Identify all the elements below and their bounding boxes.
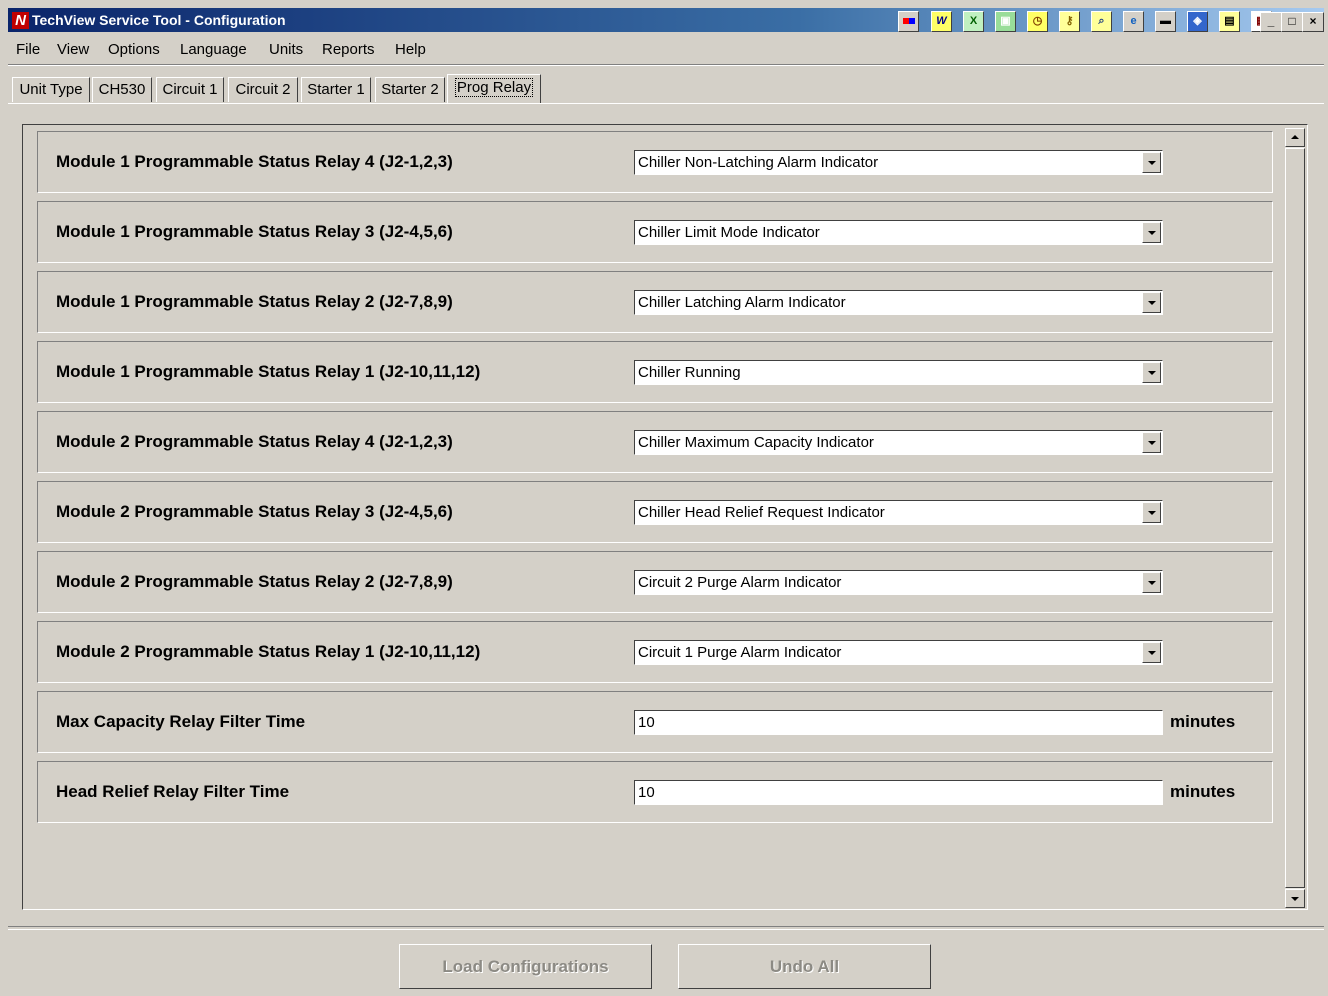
relay-row: Module 2 Programmable Status Relay 3 (J2… bbox=[37, 481, 1273, 543]
tab-pane-border bbox=[8, 103, 1324, 104]
chevron-down-icon[interactable] bbox=[1142, 502, 1161, 523]
tab-starter-2[interactable]: Starter 2 bbox=[375, 77, 445, 102]
title-bar[interactable]: N TechView Service Tool - Configuration … bbox=[8, 8, 1324, 32]
scroll-thumb[interactable] bbox=[1285, 148, 1305, 888]
tab-prog-relay-label: Prog Relay bbox=[454, 78, 534, 97]
relay-dropdown[interactable]: Circuit 1 Purge Alarm Indicator bbox=[634, 640, 1163, 665]
relay-dropdown[interactable]: Chiller Maximum Capacity Indicator bbox=[634, 430, 1163, 455]
unit-label: minutes bbox=[1170, 782, 1236, 801]
dropdown-value: Chiller Running bbox=[638, 364, 741, 381]
tab-circuit-1[interactable]: Circuit 1 bbox=[156, 77, 224, 102]
window-title: TechView Service Tool - Configuration bbox=[32, 12, 286, 28]
relay-dropdown[interactable]: Chiller Running bbox=[634, 360, 1163, 385]
menu-language[interactable]: Language bbox=[180, 41, 247, 58]
relay-label: Module 2 Programmable Status Relay 2 (J2… bbox=[56, 572, 453, 591]
relay-label: Module 1 Programmable Status Relay 4 (J2… bbox=[56, 152, 453, 171]
menu-reports[interactable]: Reports bbox=[322, 41, 375, 58]
chevron-down-icon[interactable] bbox=[1142, 642, 1161, 663]
app-logo-icon: N bbox=[12, 12, 29, 29]
chevron-down-icon[interactable] bbox=[1142, 222, 1161, 243]
bottom-separator bbox=[8, 926, 1324, 930]
chevron-down-icon[interactable] bbox=[1142, 432, 1161, 453]
dropdown-value: Chiller Maximum Capacity Indicator bbox=[638, 434, 874, 451]
filter-row: Head Relief Relay Filter Time minutes bbox=[37, 761, 1273, 823]
tab-circuit-2[interactable]: Circuit 2 bbox=[228, 77, 298, 102]
dropdown-value: Chiller Head Relief Request Indicator bbox=[638, 504, 885, 521]
unit-label: minutes bbox=[1170, 712, 1236, 731]
filter-row: Max Capacity Relay Filter Time minutes bbox=[37, 691, 1273, 753]
menu-bar: File View Options Language Units Reports… bbox=[8, 38, 1324, 62]
relay-row: Module 1 Programmable Status Relay 4 (J2… bbox=[37, 131, 1273, 193]
dropdown-value: Circuit 1 Purge Alarm Indicator bbox=[638, 644, 842, 661]
relay-row: Module 1 Programmable Status Relay 1 (J2… bbox=[37, 341, 1273, 403]
relay-dropdown[interactable]: Chiller Limit Mode Indicator bbox=[634, 220, 1163, 245]
clock-icon[interactable]: ◷ bbox=[1027, 11, 1048, 32]
max-capacity-filter-input[interactable] bbox=[634, 710, 1163, 735]
close-button[interactable]: × bbox=[1302, 12, 1324, 32]
app-icon[interactable] bbox=[898, 11, 919, 32]
minimize-button[interactable]: _ bbox=[1260, 12, 1282, 32]
relay-row: Module 2 Programmable Status Relay 4 (J2… bbox=[37, 411, 1273, 473]
relay-label: Module 2 Programmable Status Relay 3 (J2… bbox=[56, 502, 453, 521]
scroll-up-icon[interactable] bbox=[1285, 128, 1305, 147]
chevron-down-icon[interactable] bbox=[1142, 152, 1161, 173]
net-icon[interactable]: ◈ bbox=[1187, 11, 1208, 32]
menu-separator bbox=[8, 64, 1324, 66]
chevron-down-icon[interactable] bbox=[1142, 362, 1161, 383]
relay-row: Module 1 Programmable Status Relay 2 (J2… bbox=[37, 271, 1273, 333]
scroll-down-icon[interactable] bbox=[1285, 889, 1305, 908]
monitor-icon[interactable]: ▣ bbox=[995, 11, 1016, 32]
maximize-button[interactable]: □ bbox=[1281, 12, 1303, 32]
vertical-scrollbar[interactable] bbox=[1285, 128, 1305, 908]
filter-label: Max Capacity Relay Filter Time bbox=[56, 712, 306, 731]
window-icon[interactable]: ▤ bbox=[1219, 11, 1240, 32]
relay-dropdown[interactable]: Circuit 2 Purge Alarm Indicator bbox=[634, 570, 1163, 595]
menu-view[interactable]: View bbox=[57, 41, 89, 58]
load-configurations-button[interactable]: Load Configurations bbox=[399, 944, 652, 989]
relay-row: Module 1 Programmable Status Relay 3 (J2… bbox=[37, 201, 1273, 263]
w-icon[interactable]: W bbox=[931, 11, 952, 32]
relay-label: Module 1 Programmable Status Relay 3 (J2… bbox=[56, 222, 453, 241]
magnify-icon[interactable]: ⌕ bbox=[1091, 11, 1112, 32]
tab-unit-type[interactable]: Unit Type bbox=[12, 77, 90, 102]
tab-prog-relay[interactable]: Prog Relay bbox=[447, 74, 541, 103]
dropdown-value: Chiller Non-Latching Alarm Indicator bbox=[638, 154, 879, 171]
chevron-down-icon[interactable] bbox=[1142, 292, 1161, 313]
undo-all-button[interactable]: Undo All bbox=[678, 944, 931, 989]
relay-row: Module 2 Programmable Status Relay 2 (J2… bbox=[37, 551, 1273, 613]
relay-dropdown[interactable]: Chiller Head Relief Request Indicator bbox=[634, 500, 1163, 525]
relay-label: Module 2 Programmable Status Relay 1 (J2… bbox=[56, 642, 481, 661]
chevron-down-icon[interactable] bbox=[1142, 572, 1161, 593]
tab-starter-1[interactable]: Starter 1 bbox=[301, 77, 371, 102]
dropdown-value: Chiller Limit Mode Indicator bbox=[638, 224, 820, 241]
key-icon[interactable]: ⚷ bbox=[1059, 11, 1080, 32]
head-relief-filter-input[interactable] bbox=[634, 780, 1163, 805]
excel-icon[interactable]: X bbox=[963, 11, 984, 32]
dropdown-value: Circuit 2 Purge Alarm Indicator bbox=[638, 574, 842, 591]
menu-options[interactable]: Options bbox=[108, 41, 160, 58]
filter-label: Head Relief Relay Filter Time bbox=[56, 782, 290, 801]
terminal-icon[interactable]: ▬ bbox=[1155, 11, 1176, 32]
relay-row: Module 2 Programmable Status Relay 1 (J2… bbox=[37, 621, 1273, 683]
relay-dropdown[interactable]: Chiller Latching Alarm Indicator bbox=[634, 290, 1163, 315]
ie-icon[interactable]: e bbox=[1123, 11, 1144, 32]
menu-units[interactable]: Units bbox=[269, 41, 303, 58]
dropdown-value: Chiller Latching Alarm Indicator bbox=[638, 294, 846, 311]
relay-label: Module 2 Programmable Status Relay 4 (J2… bbox=[56, 432, 453, 451]
relay-dropdown[interactable]: Chiller Non-Latching Alarm Indicator bbox=[634, 150, 1163, 175]
menu-help[interactable]: Help bbox=[395, 41, 426, 58]
relay-label: Module 1 Programmable Status Relay 1 (J2… bbox=[56, 362, 481, 381]
menu-file[interactable]: File bbox=[16, 41, 40, 58]
tab-ch530[interactable]: CH530 bbox=[92, 77, 152, 102]
relay-label: Module 1 Programmable Status Relay 2 (J2… bbox=[56, 292, 453, 311]
